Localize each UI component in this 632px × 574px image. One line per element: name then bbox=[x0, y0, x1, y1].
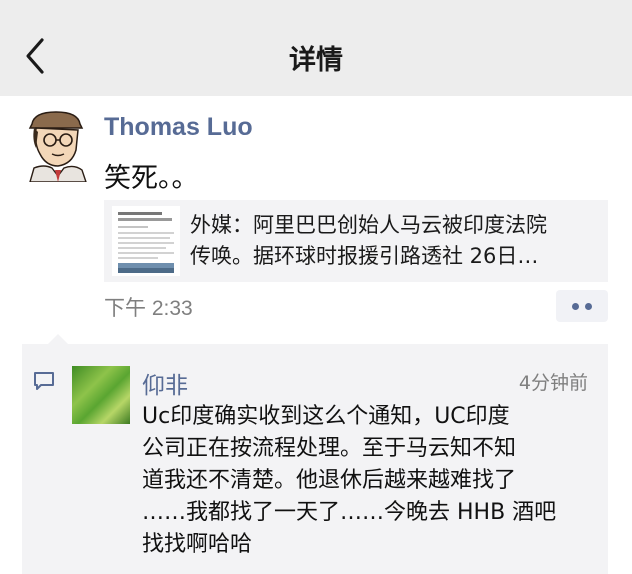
comment-section: 仰非 4分钟前 Uc印度确实收到这么个通知，UC印度 公司正在按流程处理。至于马… bbox=[22, 334, 608, 574]
shared-link-title-line: 传唤。据环球时报援引路透社 26日… bbox=[190, 244, 539, 268]
shared-link-card[interactable]: 外媒：阿里巴巴创始人马云被印度法院 传唤。据环球时报援引路透社 26日… bbox=[104, 200, 608, 282]
post-author-name[interactable]: Thomas Luo bbox=[104, 113, 253, 142]
shared-link-title: 外媒：阿里巴巴创始人马云被印度法院 传唤。据环球时报援引路透社 26日… bbox=[190, 210, 602, 272]
commenter-name[interactable]: 仰非 bbox=[142, 366, 188, 400]
author-avatar[interactable] bbox=[22, 108, 90, 182]
dot-icon bbox=[585, 303, 592, 310]
comment-text-line: Uc印度确实收到这么个通知，UC印度 bbox=[142, 404, 510, 429]
post-text: 笑死。。 bbox=[104, 163, 199, 194]
shared-link-title-line: 外媒：阿里巴巴创始人马云被印度法院 bbox=[190, 213, 547, 237]
page-title: 详情 bbox=[289, 45, 343, 76]
dot-icon bbox=[572, 303, 579, 310]
comment-timestamp: 4分钟前 bbox=[518, 372, 588, 394]
comment-text-line: 道我还不清楚。他退休后越来越难找了 bbox=[142, 468, 517, 493]
navigation-bar: 详情 bbox=[0, 0, 632, 96]
comment-text: Uc印度确实收到这么个通知，UC印度 公司正在按流程处理。至于马云知不知 道我还… bbox=[142, 401, 602, 561]
comment-text-line: 公司正在按流程处理。至于马云知不知 bbox=[142, 436, 517, 461]
commenter-avatar[interactable] bbox=[72, 366, 130, 424]
more-actions-button[interactable] bbox=[556, 290, 608, 322]
shared-article-thumbnail bbox=[112, 206, 180, 276]
post-timestamp: 下午 2:33 bbox=[104, 297, 193, 320]
comment-text-line: ……我都找了一天了……今晚去 HHB 酒吧 bbox=[142, 500, 557, 525]
comment-text-line: 找找啊哈哈 bbox=[142, 532, 253, 557]
comment-icon bbox=[34, 372, 54, 390]
